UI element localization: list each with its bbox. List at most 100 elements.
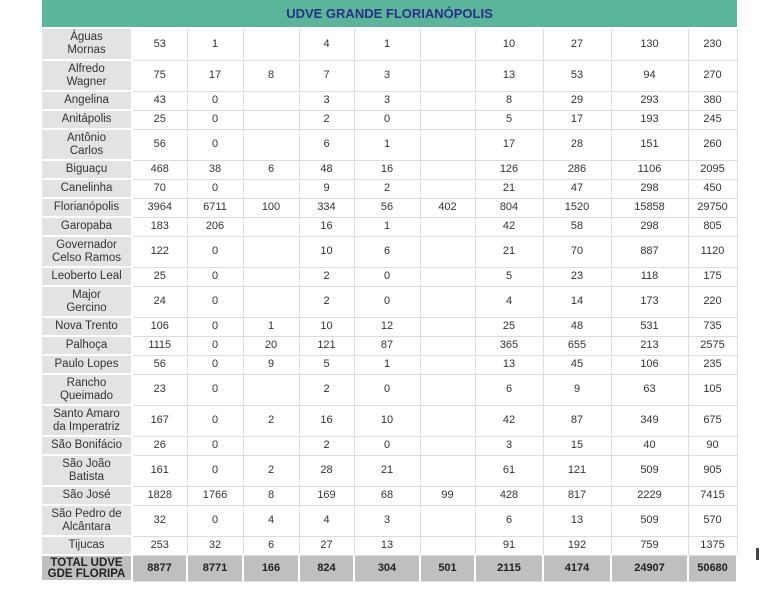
value-cell: 32: [187, 536, 244, 556]
name-line: Águas: [70, 31, 103, 43]
municipality-name: Governador Celso Ramos: [42, 236, 133, 268]
table-row: Palhoça 1115 0 20 121 87 365 655 213 2575: [42, 336, 738, 356]
value-cell: 4: [299, 29, 355, 61]
value-cell: 0: [187, 455, 244, 487]
value-cell: 91: [475, 536, 544, 556]
table-row: Santo Amaro da Imperatriz 167 0 2 16 10 42 87 349…: [42, 405, 738, 437]
udve-table-panel: UDVE GRANDE FLORIANÓPOLIS Águas Mornas 53 1…: [42, 0, 738, 582]
value-cell: 169: [299, 486, 355, 506]
value-cell: [243, 129, 300, 161]
table-row: São Pedro de Alcântara 32 0 4 4 3 6 13 509 570: [42, 505, 738, 537]
value-cell: 0: [187, 110, 244, 130]
name-line: Alfredo: [68, 62, 105, 75]
value-cell: 56: [132, 355, 188, 375]
value-cell: 298: [611, 217, 689, 237]
value-cell: 9: [243, 355, 300, 375]
value-cell: 9: [543, 374, 612, 406]
value-cell: 1375: [688, 536, 738, 556]
value-cell: 4: [243, 505, 300, 537]
value-cell: 2: [299, 267, 355, 287]
value-cell: 0: [187, 374, 244, 406]
municipality-name: Nova Trento: [42, 317, 133, 337]
value-cell: 27: [543, 29, 612, 61]
table-row: Paulo Lopes 56 0 9 5 1 13 45 106 235: [42, 355, 738, 375]
value-cell: 206: [187, 217, 244, 237]
value-cell: 1120: [688, 236, 738, 268]
value-cell: 21: [475, 236, 544, 268]
name-line: Major: [72, 288, 101, 301]
name-line: Queimado: [59, 389, 114, 402]
table-row: Anitápolis 25 0 2 0 5 17 193 245: [42, 110, 738, 130]
total-cell: 24907: [611, 555, 689, 582]
value-cell: [420, 267, 476, 287]
value-cell: [243, 267, 300, 287]
table-row: Rancho Queimado 23 0 2 0 6 9 63 105: [42, 374, 738, 406]
value-cell: 87: [543, 405, 612, 437]
value-cell: [420, 110, 476, 130]
municipality-name: São José: [42, 486, 133, 506]
value-cell: 29: [543, 91, 612, 111]
name-line: Mornas: [67, 44, 106, 56]
value-cell: 1: [243, 317, 300, 337]
name-line: Anitápolis: [61, 113, 112, 125]
name-line: Palhoça: [65, 339, 108, 351]
value-cell: 1828: [132, 486, 188, 506]
value-cell: 2: [299, 110, 355, 130]
table-row: Antônio Carlos 56 0 6 1 17 28 151 260: [42, 129, 738, 161]
value-cell: 509: [611, 455, 689, 487]
value-cell: 380: [688, 91, 738, 111]
value-cell: 121: [543, 455, 612, 487]
value-cell: [420, 405, 476, 437]
table-row: São João Batista 161 0 2 28 21 61 121 509 905: [42, 455, 738, 487]
value-cell: 17: [475, 129, 544, 161]
value-cell: 26: [132, 436, 188, 456]
municipality-name: Garopaba: [42, 217, 133, 237]
value-cell: 1: [354, 129, 421, 161]
municipality-name: Anitápolis: [42, 110, 133, 130]
value-cell: 0: [354, 267, 421, 287]
name-line: Gercino: [66, 301, 107, 314]
value-cell: 0: [187, 436, 244, 456]
value-cell: [243, 110, 300, 130]
value-cell: 17: [543, 110, 612, 130]
value-cell: 10: [475, 29, 544, 61]
value-cell: [420, 160, 476, 180]
value-cell: 235: [688, 355, 738, 375]
total-cell: 50680: [688, 555, 738, 582]
table-body: Águas Mornas 53 1 4 1 10 27 130 230 Alfredo Wagner 7…: [42, 29, 738, 582]
value-cell: [420, 286, 476, 318]
value-cell: 0: [187, 355, 244, 375]
table-row: Tijucas 253 32 6 27 13 91 192 759 1375: [42, 536, 738, 556]
value-cell: 151: [611, 129, 689, 161]
value-cell: 13: [475, 60, 544, 92]
value-cell: 6: [475, 374, 544, 406]
total-cell: 8771: [187, 555, 244, 582]
table-row: Angelina 43 0 3 3 8 29 293 380: [42, 91, 738, 111]
value-cell: 13: [475, 355, 544, 375]
value-cell: 61: [475, 455, 544, 487]
value-cell: 1: [354, 29, 421, 61]
name-line: São Bonifácio: [51, 439, 122, 451]
value-cell: 9: [299, 179, 355, 199]
value-cell: 13: [354, 536, 421, 556]
value-cell: 20: [243, 336, 300, 356]
value-cell: 42: [475, 405, 544, 437]
value-cell: 2229: [611, 486, 689, 506]
total-cell: 4174: [543, 555, 612, 582]
value-cell: 6: [243, 536, 300, 556]
value-cell: 0: [187, 286, 244, 318]
value-cell: 2: [299, 436, 355, 456]
value-cell: 70: [132, 179, 188, 199]
municipality-name: São Bonifácio: [42, 436, 133, 456]
value-cell: 21: [475, 179, 544, 199]
table-row: São Bonifácio 26 0 2 0 3 15 40 90: [42, 436, 738, 456]
table-row: Alfredo Wagner 75 17 8 7 3 13 53 94 270: [42, 60, 738, 92]
value-cell: 29750: [688, 198, 738, 218]
value-cell: 2: [243, 405, 300, 437]
value-cell: 245: [688, 110, 738, 130]
data-table: Águas Mornas 53 1 4 1 10 27 130 230 Alfredo Wagner 7…: [42, 29, 738, 582]
value-cell: 16: [299, 217, 355, 237]
value-cell: 16: [299, 405, 355, 437]
name-line: da Imperatriz: [52, 420, 121, 433]
name-line: Batista: [68, 470, 105, 483]
